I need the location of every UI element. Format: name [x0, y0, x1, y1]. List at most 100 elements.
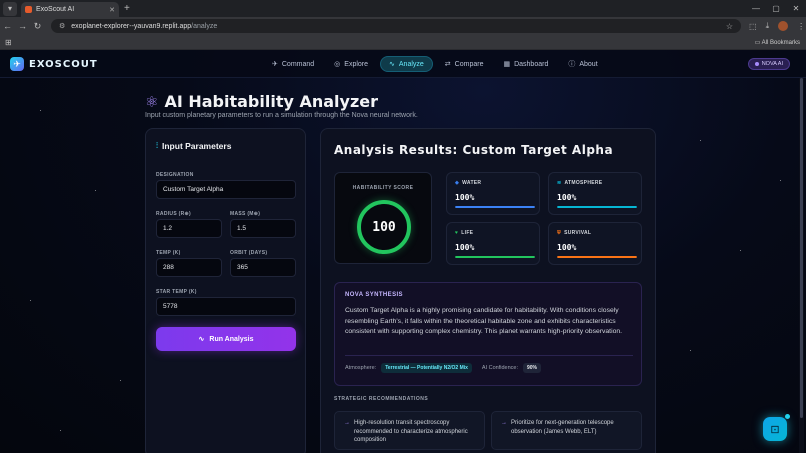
input-parameters-panel: ⫶ Input Parameters DESIGNATION Custom Ta… [145, 128, 306, 453]
recommendation-card: → Prioritize for next-generation telesco… [491, 411, 642, 450]
new-tab-button[interactable]: + [124, 3, 130, 14]
metric-survival-value: 100% [557, 243, 577, 252]
metric-survival: ⛨ SURVIVAL 100% [548, 222, 642, 265]
all-bookmarks-button[interactable]: ▭ All Bookmarks [755, 39, 800, 46]
menu-icon[interactable]: ⋮ [797, 22, 805, 31]
top-nav: ✈ EXOSCOUT ✈ Command ◎ Explore ∿ Analyze ⇄ C… [0, 50, 806, 78]
site-info-icon[interactable]: ⚙ [59, 22, 65, 30]
nav-links: ✈ Command ◎ Explore ∿ Analyze ⇄ Compare ▦ Das… [264, 56, 606, 72]
heart-icon: ♥ [455, 230, 459, 236]
nav-explore[interactable]: ◎ Explore [326, 56, 376, 72]
synthesis-meta: Atmosphere: Terrestrial — Potentially N2… [345, 363, 541, 373]
bookmark-star-icon[interactable]: ☆ [726, 22, 733, 31]
divider [345, 355, 633, 356]
maximize-icon[interactable]: ▢ [766, 4, 786, 13]
sliders-icon: ⫶ [156, 141, 158, 150]
orbit-field[interactable]: 365 [230, 258, 296, 277]
tab-title: ExoScout AI [36, 6, 75, 13]
rocket-logo-icon: ✈ [10, 57, 24, 71]
close-window-icon[interactable]: ✕ [786, 4, 806, 13]
metric-water: ◈ WATER 100% [446, 172, 540, 215]
download-icon[interactable]: ⤓ [766, 21, 770, 31]
nova-ai-label: NOVA AI [761, 61, 783, 67]
score-label: HABITABILITY SCORE [352, 185, 414, 191]
synthesis-heading: NOVA SYNTHESIS [345, 292, 403, 298]
designation-label: DESIGNATION [156, 172, 194, 178]
globe-icon: ◎ [334, 61, 341, 68]
metric-survival-label: SURVIVAL [564, 230, 592, 236]
synthesis-text: Custom Target Alpha is a highly promisin… [345, 307, 623, 335]
nav-about[interactable]: ⓘ About [560, 56, 605, 72]
app-logo[interactable]: ✈ EXOSCOUT [10, 57, 98, 71]
extension-icons: ⬚ ⤓ ⋮ [749, 21, 805, 31]
score-value: 100 [372, 219, 396, 235]
metric-water-label: WATER [462, 180, 482, 186]
arrow-right-icon: → [344, 420, 350, 426]
temp-field[interactable]: 288 [156, 258, 222, 277]
metric-atmosphere-label: ATMOSPHERE [564, 180, 603, 186]
orbit-label: ORBIT (DAYS) [230, 250, 268, 256]
arrow-right-icon: → [501, 420, 507, 426]
nav-command-label: Command [281, 60, 315, 68]
nav-explore-label: Explore [344, 60, 369, 68]
recommendations-heading: STRATEGIC RECOMMENDATIONS [334, 396, 429, 402]
reload-icon[interactable]: ↻ [30, 21, 45, 32]
designation-field[interactable]: Custom Target Alpha [156, 180, 296, 199]
metric-life-label: LIFE [461, 230, 474, 236]
back-icon[interactable]: ← [0, 21, 15, 31]
metric-atmosphere-bar [557, 206, 637, 208]
bookmarks-bar: ⊞ ▭ All Bookmarks [0, 35, 806, 50]
habitability-score-card: HABITABILITY SCORE 100 [334, 172, 432, 264]
metric-water-value: 100% [455, 193, 475, 202]
score-ring: 100 [357, 200, 411, 254]
mass-field[interactable]: 1.5 [230, 219, 296, 238]
metric-life: ♥ LIFE 100% [446, 222, 540, 265]
nav-compare-label: Compare [454, 60, 484, 68]
page-scrollbar[interactable] [799, 78, 804, 453]
forward-icon[interactable]: → [15, 21, 30, 31]
confidence-chip: 90% [522, 363, 541, 373]
ai-assistant-button[interactable]: ⊡ [763, 417, 787, 441]
star-temp-field[interactable]: 5778 [156, 297, 296, 316]
star-temp-label: STAR TEMP (K) [156, 289, 197, 295]
browser-tab-strip: ▾ ExoScout AI ✕ + — ▢ ✕ [0, 0, 806, 17]
temp-label: TEMP (K) [156, 250, 181, 256]
brain-icon: ⚛ [145, 93, 159, 111]
profile-avatar[interactable] [778, 21, 789, 31]
recommendation-card: → High-resolution transit spectroscopy r… [334, 411, 485, 450]
atmosphere-meta-label: Atmosphere: [345, 365, 377, 371]
minimize-icon[interactable]: — [746, 4, 766, 13]
scrollbar-thumb[interactable] [800, 78, 803, 418]
metric-survival-bar [557, 256, 637, 258]
compare-icon: ⇄ [444, 61, 451, 68]
radius-field[interactable]: 1.2 [156, 219, 222, 238]
nav-dashboard[interactable]: ▦ Dashboard [495, 56, 556, 72]
app-viewport: ✈ EXOSCOUT ✈ Command ◎ Explore ∿ Analyze ⇄ C… [0, 50, 806, 453]
close-tab-icon[interactable]: ✕ [109, 6, 115, 14]
address-bar-row: ← → ↻ ⚙ exoplanet-explorer--yauvan9.repl… [0, 17, 806, 35]
recommendation-text: High-resolution transit spectroscopy rec… [354, 420, 468, 443]
metric-atmosphere: ≋ ATMOSPHERE 100% [548, 172, 642, 215]
run-analysis-button[interactable]: ∿ Run Analysis [156, 327, 296, 351]
nav-analyze[interactable]: ∿ Analyze [380, 56, 433, 72]
url-input[interactable]: ⚙ exoplanet-explorer--yauvan9.replit.app… [51, 19, 741, 33]
tab-search-button[interactable]: ▾ [3, 1, 17, 16]
nav-dashboard-label: Dashboard [514, 60, 549, 68]
apps-grid-icon[interactable]: ⊞ [5, 38, 12, 47]
extensions-icon[interactable]: ⬚ [749, 22, 757, 31]
nav-command[interactable]: ✈ Command [264, 56, 322, 72]
shield-icon: ⛨ [557, 230, 562, 236]
all-bookmarks-label: All Bookmarks [761, 40, 800, 46]
pulse-icon: ∿ [389, 61, 395, 68]
mass-label: MASS (M⊕) [230, 211, 261, 217]
info-icon: ⓘ [568, 61, 576, 68]
atmosphere-chip: Terrestrial — Potentially N2/O2 Mix [381, 363, 472, 373]
rocket-icon: ✈ [272, 61, 278, 68]
nav-compare[interactable]: ⇄ Compare [437, 56, 492, 72]
nav-about-label: About [579, 60, 598, 68]
browser-tab[interactable]: ExoScout AI ✕ [21, 2, 119, 17]
page-title-text: AI Habitability Analyzer [164, 92, 379, 111]
metric-life-value: 100% [455, 243, 475, 252]
run-analysis-label: Run Analysis [209, 335, 254, 343]
nova-ai-badge[interactable]: NOVA AI [747, 58, 790, 70]
